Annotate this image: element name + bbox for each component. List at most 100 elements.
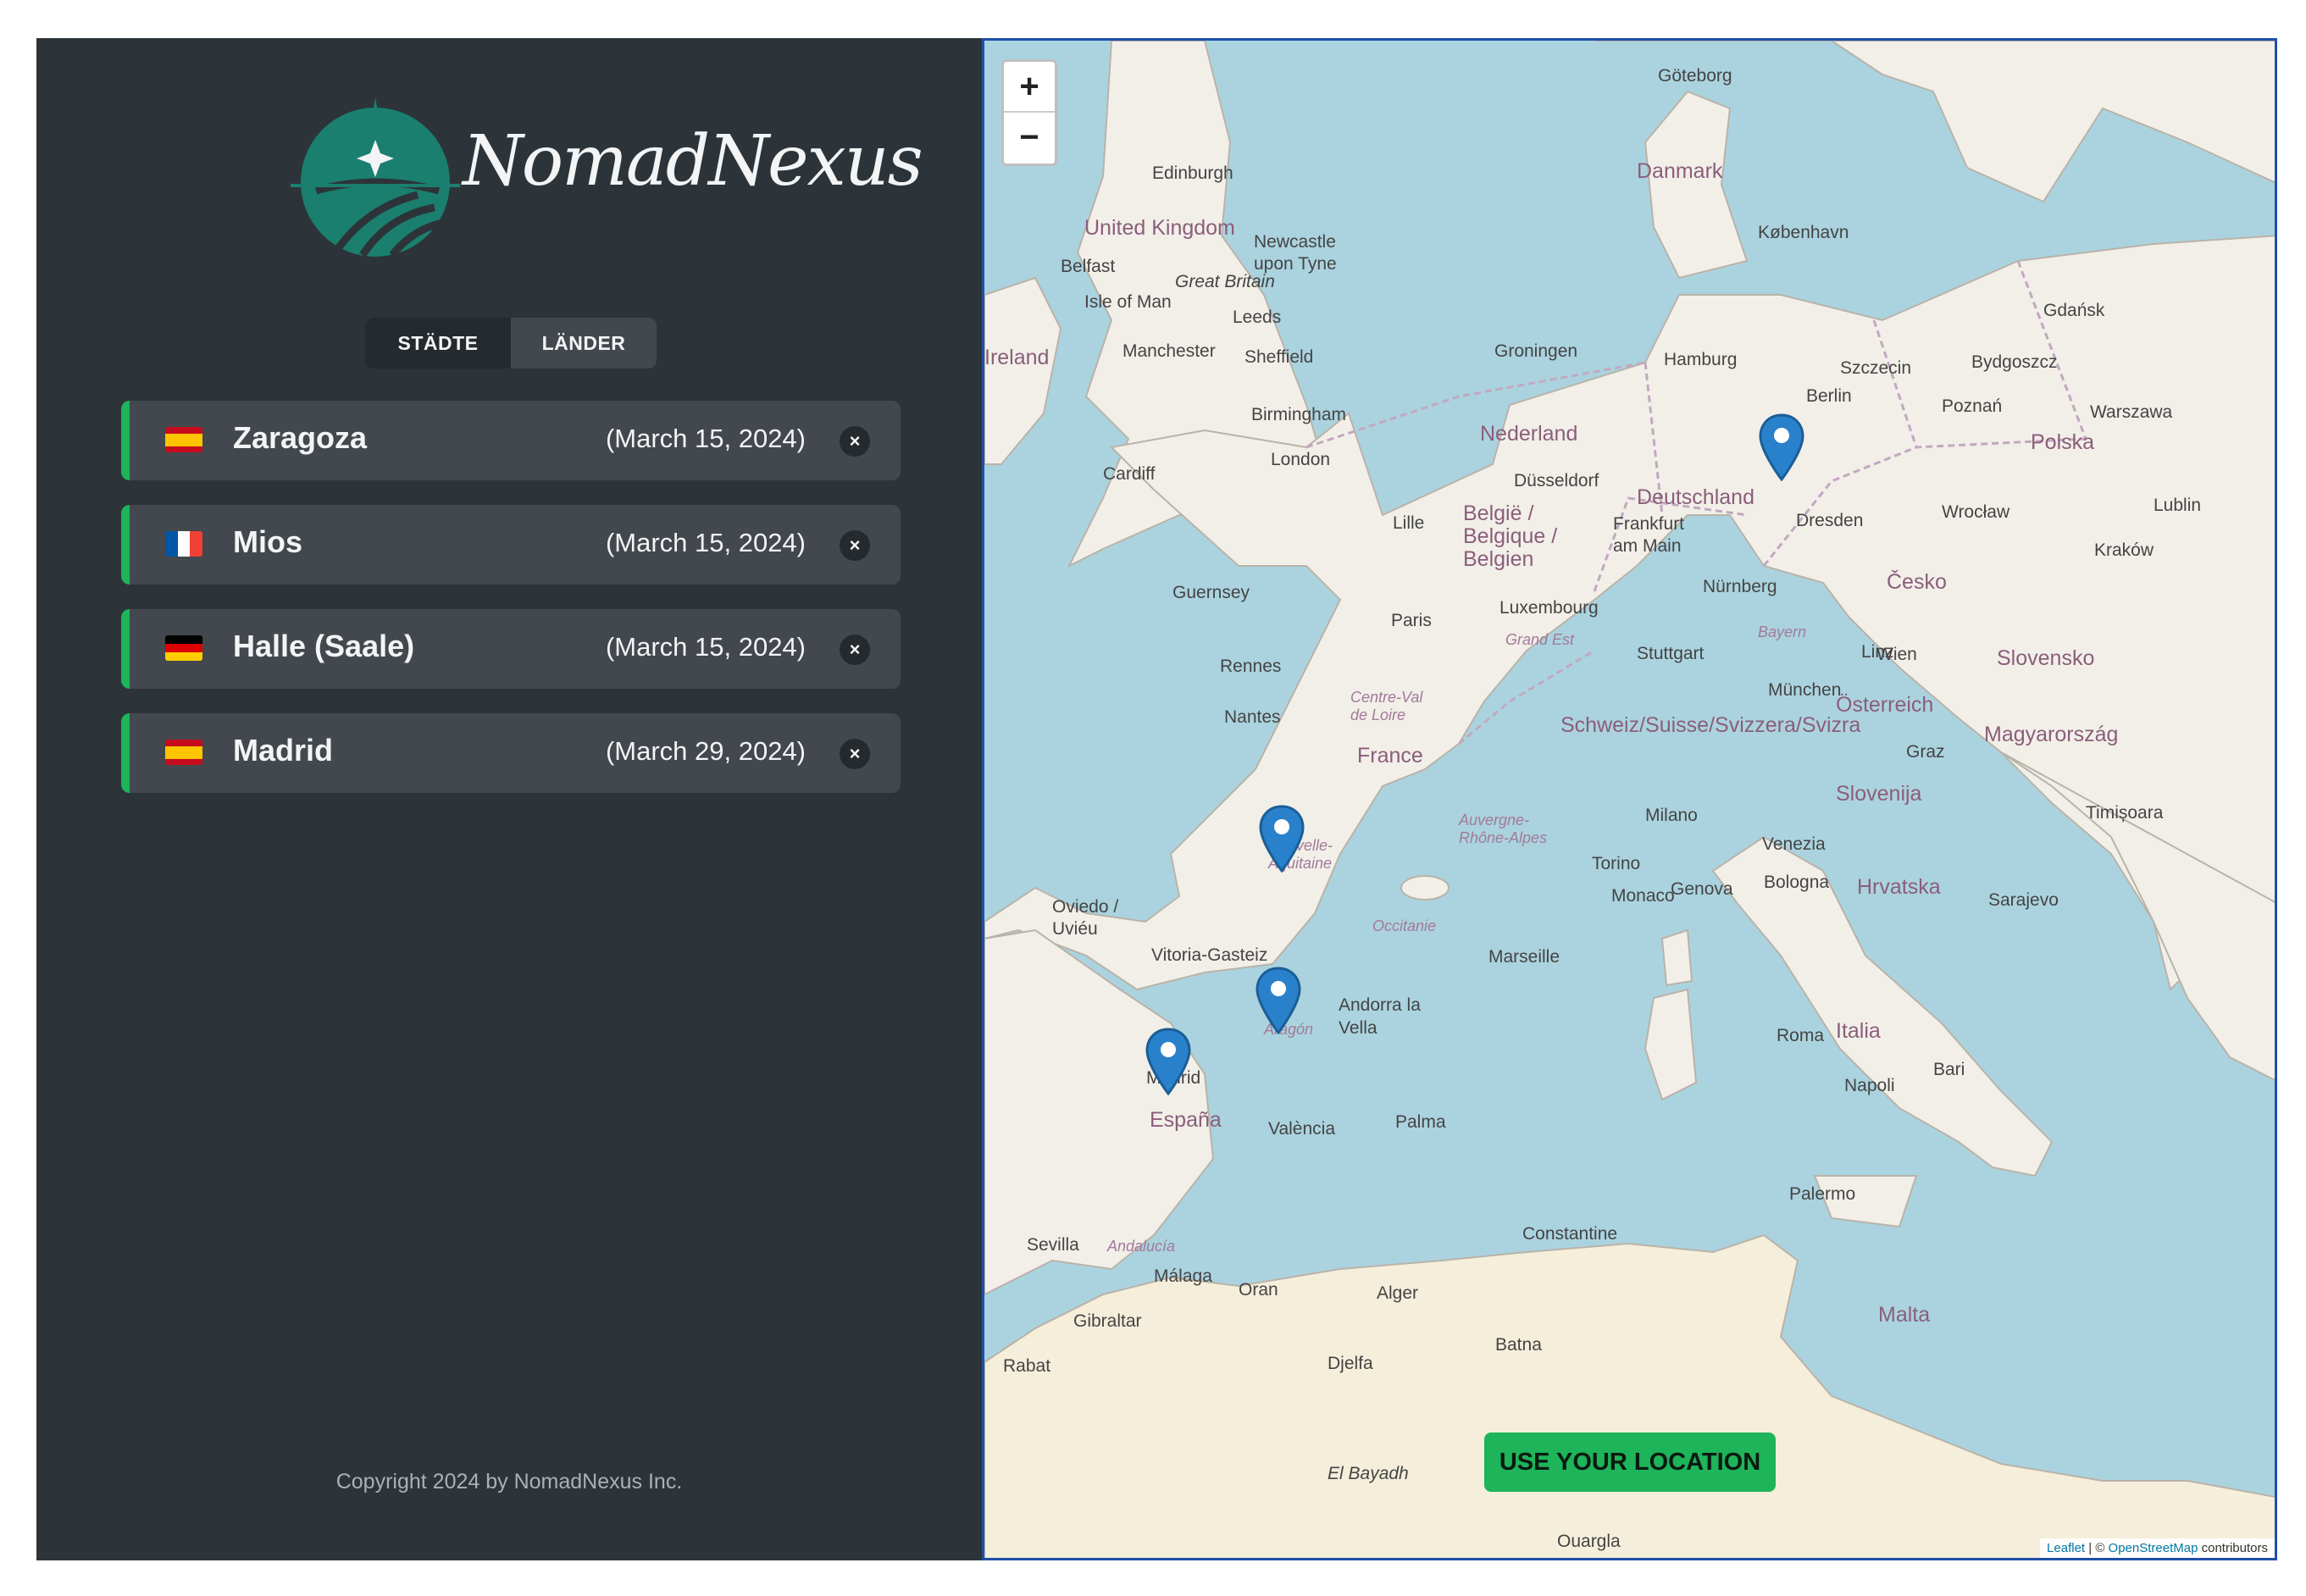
city-date: (March 15, 2024) bbox=[605, 528, 806, 557]
map-marker-mios[interactable] bbox=[1259, 805, 1305, 873]
map-label: Palma bbox=[1395, 1112, 1446, 1132]
copyright-text: Copyright 2024 by NomadNexus Inc. bbox=[335, 1470, 683, 1493]
map-label: France bbox=[1357, 744, 1423, 768]
map-label: Grand Est bbox=[1505, 631, 1575, 648]
map-label: Occitanie bbox=[1372, 917, 1437, 934]
map-label: Kraków bbox=[2094, 540, 2154, 560]
view-tabs: STÄDTE LÄNDER bbox=[365, 318, 657, 369]
map-label: Hamburg bbox=[1664, 350, 1738, 369]
map-label: Alger bbox=[1377, 1283, 1419, 1303]
map-label: Frankfurt am Main bbox=[1613, 514, 1685, 556]
delete-city-button[interactable]: × bbox=[840, 739, 870, 769]
map-label: Belfast bbox=[1061, 257, 1116, 276]
map-label: Danmark bbox=[1637, 159, 1723, 183]
zoom-in-button[interactable]: + bbox=[1004, 62, 1055, 113]
map-label: Česko bbox=[1887, 570, 1947, 594]
map-label: Monaco bbox=[1611, 886, 1675, 906]
map-label: Oran bbox=[1239, 1280, 1278, 1300]
map-label: Schweiz/Suisse/Svizzera/Svizra bbox=[1560, 713, 1861, 737]
map-label: Bayern bbox=[1758, 623, 1807, 640]
map-label: Graz bbox=[1906, 742, 1945, 762]
map-marker-halle[interactable] bbox=[1759, 413, 1804, 482]
map-view[interactable]: United Kingdom Great Britain Ireland Dan… bbox=[982, 38, 2277, 1560]
delete-city-button[interactable]: × bbox=[840, 426, 870, 457]
map-label: Palermo bbox=[1789, 1184, 1856, 1204]
map-label: Rabat bbox=[1003, 1356, 1051, 1376]
map-label: Berlin bbox=[1806, 386, 1852, 406]
map-label: Milano bbox=[1645, 806, 1698, 825]
zoom-control: + − bbox=[1001, 59, 1057, 166]
map-label: Groningen bbox=[1494, 341, 1578, 361]
map-label: Oviedo / Uviéu bbox=[1052, 897, 1119, 939]
map-tiles bbox=[984, 41, 2275, 1558]
map-label: Dresden bbox=[1796, 511, 1864, 530]
map-label: Sevilla bbox=[1027, 1235, 1079, 1255]
map-label: Bologna bbox=[1764, 873, 1830, 892]
map-label: Hrvatska bbox=[1857, 875, 1941, 899]
delete-city-button[interactable]: × bbox=[840, 530, 870, 561]
map-label: Manchester bbox=[1123, 341, 1216, 361]
map-label: Centre-Val de Loire bbox=[1350, 689, 1423, 723]
map-label: Göteborg bbox=[1658, 66, 1732, 86]
tab-cities[interactable]: STÄDTE bbox=[365, 318, 511, 369]
delete-city-button[interactable]: × bbox=[840, 635, 870, 665]
city-name: Madrid bbox=[233, 733, 334, 768]
tab-countries[interactable]: LÄNDER bbox=[511, 318, 657, 369]
map-label: Wrocław bbox=[1942, 502, 2010, 522]
map-label: Vitoria-Gasteiz bbox=[1151, 945, 1268, 965]
map-label: Gibraltar bbox=[1073, 1311, 1142, 1331]
map-label: Szczecin bbox=[1840, 358, 1912, 378]
map-label: London bbox=[1271, 450, 1331, 469]
map-label: Warszawa bbox=[2090, 402, 2173, 422]
map-label: España bbox=[1150, 1108, 1222, 1132]
map-marker-zaragoza[interactable] bbox=[1256, 967, 1301, 1035]
map-label: Paris bbox=[1391, 611, 1432, 630]
map-label: Cardiff bbox=[1103, 464, 1156, 484]
map-label: Magyarország bbox=[1984, 723, 2119, 746]
map-label: Poznań bbox=[1942, 396, 2003, 416]
map-label: Düsseldorf bbox=[1514, 471, 1599, 490]
map-label: Lille bbox=[1393, 513, 1425, 533]
map-label: Nürnberg bbox=[1703, 577, 1777, 596]
leaflet-link[interactable]: Leaflet bbox=[2047, 1541, 2085, 1555]
map-label: Slovenija bbox=[1836, 782, 1922, 806]
map-label: België / Belgique / Belgien bbox=[1463, 502, 1558, 571]
logo: NomadNexus bbox=[257, 89, 923, 267]
map-label: Bydgoszcz bbox=[1971, 352, 2058, 372]
attribution-suffix: contributors bbox=[2198, 1541, 2268, 1555]
map-label: Stuttgart bbox=[1637, 644, 1705, 663]
map-label: Venezia bbox=[1762, 834, 1826, 854]
use-location-button[interactable]: USE YOUR LOCATION bbox=[1484, 1433, 1776, 1492]
map-label: Málaga bbox=[1154, 1266, 1212, 1286]
map-pin-icon bbox=[1759, 413, 1804, 482]
map-label: Polska bbox=[2031, 430, 2095, 454]
map-pin-icon bbox=[1256, 967, 1301, 1035]
map-label: Nantes bbox=[1224, 707, 1281, 727]
map-label: Birmingham bbox=[1251, 405, 1347, 424]
city-item-zaragoza[interactable]: Zaragoza (March 15, 2024) × bbox=[121, 401, 901, 480]
map-label: Deutschland bbox=[1637, 485, 1754, 509]
spain-flag-icon bbox=[165, 427, 202, 452]
city-item-mios[interactable]: Mios (March 15, 2024) × bbox=[121, 505, 901, 585]
map-label: Slovensko bbox=[1997, 646, 2095, 670]
map-label: Timișoara bbox=[2086, 803, 2164, 823]
map-pin-icon bbox=[1259, 805, 1305, 873]
city-item-madrid[interactable]: Madrid (March 29, 2024) × bbox=[121, 713, 901, 793]
osm-link[interactable]: OpenStreetMap bbox=[2109, 1541, 2198, 1555]
map-label: Bari bbox=[1933, 1060, 1965, 1079]
map-label: Nederland bbox=[1480, 422, 1578, 446]
city-item-halle[interactable]: Halle (Saale) (March 15, 2024) × bbox=[121, 609, 901, 689]
map-label: Newcastle upon Tyne bbox=[1254, 232, 1337, 274]
city-date: (March 29, 2024) bbox=[605, 736, 806, 766]
map-label: Sarajevo bbox=[1988, 890, 2059, 910]
map-marker-madrid[interactable] bbox=[1145, 1028, 1191, 1096]
map-label: Constantine bbox=[1522, 1224, 1618, 1244]
city-name: Halle (Saale) bbox=[233, 629, 415, 663]
map-attribution: Leaflet | © OpenStreetMap contributors bbox=[2040, 1538, 2275, 1558]
map-label: Andorra la Vella bbox=[1339, 995, 1421, 1038]
zoom-out-button[interactable]: − bbox=[1004, 113, 1055, 162]
city-date: (March 15, 2024) bbox=[605, 632, 806, 662]
map-label: Marseille bbox=[1488, 947, 1560, 967]
map-label: Auvergne-Rhône-Alpes bbox=[1459, 812, 1548, 846]
attribution-separator: | © bbox=[2085, 1541, 2109, 1555]
